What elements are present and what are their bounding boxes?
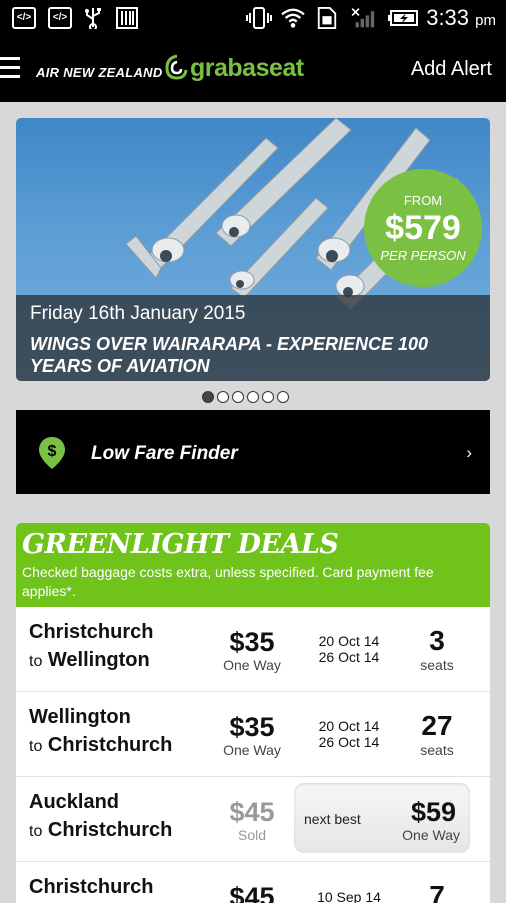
deal-dates: 20 Oct 14 26 Oct 14 bbox=[318, 633, 380, 665]
brand-air-new-zealand: AIR NEW ZEALAND bbox=[36, 65, 163, 80]
brand-grabaseat: grabaseat bbox=[190, 54, 304, 82]
deal-row[interactable]: Christchurch $45 10 Sep 14 7 bbox=[16, 862, 490, 903]
next-best-label: next best bbox=[304, 811, 361, 827]
deal-seats-label: seats bbox=[420, 742, 454, 758]
hero-banner[interactable]: FROM $579 PER PERSON Friday 16th January… bbox=[16, 118, 490, 381]
pager-dot[interactable] bbox=[262, 391, 274, 403]
location-dollar-icon: $ bbox=[39, 437, 65, 469]
sim-icon bbox=[317, 7, 337, 29]
deal-origin: Wellington bbox=[29, 706, 131, 728]
usb-icon bbox=[85, 8, 101, 29]
deals-title: GREENLIGHT DEALS bbox=[22, 529, 339, 560]
next-best-button[interactable]: next best $59 One Way bbox=[294, 783, 470, 853]
deal-seats-count: 27 bbox=[421, 710, 453, 741]
deal-dates: 10 Sep 14 bbox=[317, 889, 381, 903]
deal-row-sold[interactable]: Auckland to Christchurch $45 Sold next b… bbox=[16, 777, 490, 862]
price-badge: FROM $579 PER PERSON bbox=[364, 169, 482, 287]
deal-origin: Christchurch bbox=[29, 876, 154, 898]
next-best-price-type: One Way bbox=[402, 827, 460, 843]
deal-price-type: One Way bbox=[223, 742, 281, 758]
deal-price: $35 bbox=[229, 712, 275, 742]
code-icon: </> bbox=[12, 7, 36, 29]
hero-date: Friday 16th January 2015 bbox=[30, 303, 246, 324]
next-best-price: $59 bbox=[410, 797, 456, 827]
vibrate-icon bbox=[246, 7, 272, 29]
signal-icon bbox=[351, 8, 375, 28]
price-amount: $579 bbox=[385, 209, 461, 247]
hero-title: WINGS OVER WAIRARAPA - EXPERIENCE 100 YE… bbox=[30, 334, 429, 376]
barcode-icon bbox=[116, 7, 138, 29]
deal-dates: 20 Oct 14 26 Oct 14 bbox=[318, 718, 380, 750]
deal-seats-label: seats bbox=[420, 657, 454, 673]
pager-dot[interactable] bbox=[232, 391, 244, 403]
greenlight-deals-panel: GREENLIGHT DEALS Checked baggage costs e… bbox=[16, 523, 490, 903]
deal-price: $35 bbox=[229, 627, 275, 657]
pager-dot[interactable] bbox=[277, 391, 289, 403]
add-alert-button[interactable]: Add Alert bbox=[411, 58, 492, 81]
deal-price: $45 bbox=[229, 797, 275, 827]
app-bar: AIR NEW ZEALAND grabaseat Add Alert bbox=[0, 36, 506, 102]
deal-destination: to Wellington bbox=[29, 649, 150, 671]
svg-text:$: $ bbox=[48, 443, 57, 460]
pager-dot[interactable] bbox=[202, 391, 214, 403]
deal-row[interactable]: Wellington to Christchurch $35 One Way 2… bbox=[16, 692, 490, 777]
deal-seats-count: 3 bbox=[429, 625, 445, 656]
price-per-label: PER PERSON bbox=[380, 248, 466, 263]
clock: 3:33 pm bbox=[426, 5, 496, 30]
deal-sold-label: Sold bbox=[237, 827, 267, 843]
price-from-label: FROM bbox=[403, 193, 443, 208]
hamburger-menu-icon[interactable] bbox=[0, 57, 20, 79]
deal-destination: to Christchurch bbox=[29, 734, 173, 756]
deals-note: Checked baggage costs extra, unless spec… bbox=[22, 564, 434, 599]
koru-logo-icon bbox=[165, 54, 188, 80]
pager-dot[interactable] bbox=[247, 391, 259, 403]
deal-origin: Auckland bbox=[29, 791, 120, 813]
deal-price-type: One Way bbox=[223, 657, 281, 673]
pager-dot[interactable] bbox=[217, 391, 229, 403]
deal-destination: to Christchurch bbox=[29, 819, 173, 841]
low-fare-finder-label: Low Fare Finder bbox=[91, 443, 238, 464]
deal-origin: Christchurch bbox=[29, 621, 154, 643]
battery-charging-icon bbox=[388, 10, 418, 26]
carousel-pager[interactable] bbox=[202, 390, 292, 404]
code-icon: </> bbox=[48, 7, 72, 29]
hero-caption: Friday 16th January 2015 WINGS OVER WAIR… bbox=[16, 295, 490, 381]
low-fare-finder-button[interactable]: $ Low Fare Finder › bbox=[16, 410, 490, 494]
deal-row[interactable]: Christchurch to Wellington $35 One Way 2… bbox=[16, 607, 490, 692]
status-bar: </> </> 3:33 pm bbox=[0, 0, 506, 36]
wifi-icon bbox=[281, 8, 305, 28]
deals-header: GREENLIGHT DEALS Checked baggage costs e… bbox=[16, 523, 490, 607]
chevron-right-icon: › bbox=[466, 443, 472, 462]
